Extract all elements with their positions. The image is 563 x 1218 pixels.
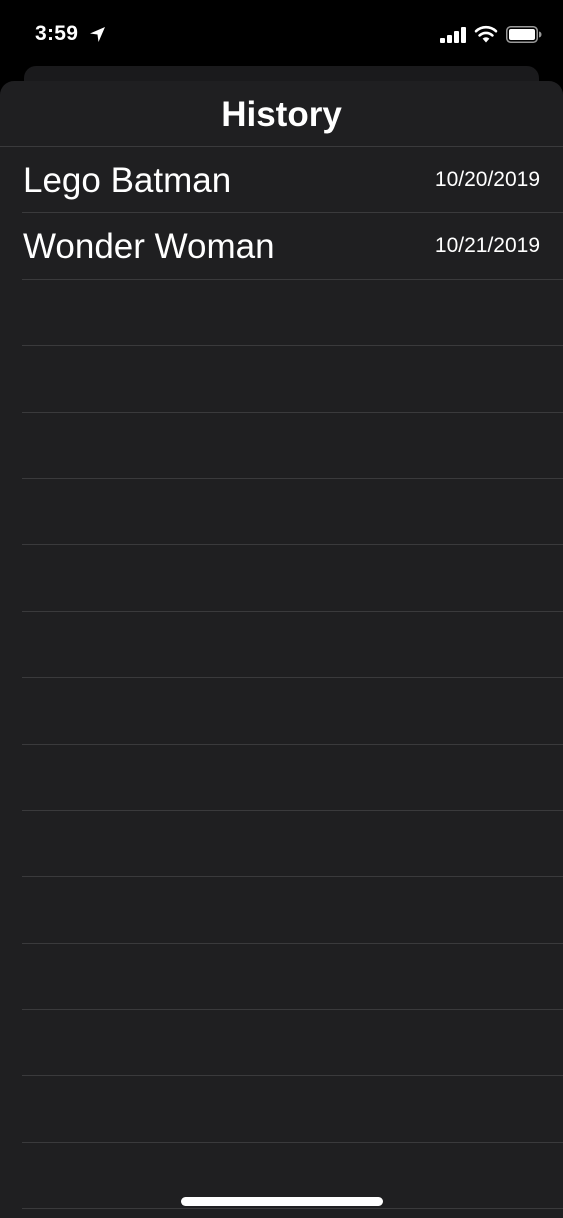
list-item[interactable]: [0, 413, 563, 480]
list-item[interactable]: Wonder Woman 10/21/2019: [0, 213, 563, 281]
status-time: 3:59: [35, 22, 79, 45]
battery-icon: [506, 26, 542, 43]
list-item[interactable]: [0, 1076, 563, 1144]
list-item[interactable]: [0, 877, 563, 945]
list-item[interactable]: [0, 745, 563, 812]
list-item[interactable]: [0, 944, 563, 1011]
page-title: History: [221, 95, 342, 134]
list-item[interactable]: Lego Batman 10/20/2019: [0, 147, 563, 214]
list-item[interactable]: [0, 1010, 563, 1077]
sheet-header: History: [0, 81, 563, 147]
home-indicator[interactable]: [181, 1197, 383, 1206]
list-item[interactable]: [0, 479, 563, 546]
wifi-icon: [474, 25, 498, 43]
list-item[interactable]: [0, 678, 563, 745]
list-item[interactable]: [0, 346, 563, 413]
list-item[interactable]: [0, 612, 563, 679]
list-item[interactable]: [0, 811, 563, 878]
cellular-signal-icon: [440, 27, 466, 43]
history-sheet: History Lego Batman 10/20/2019 Wonder Woma…: [0, 81, 563, 1218]
list-item[interactable]: [0, 280, 563, 347]
list-item[interactable]: [0, 545, 563, 613]
list-item-date: 10/21/2019: [434, 234, 540, 258]
status-bar: 3:59: [0, 0, 563, 66]
location-arrow-icon: [90, 27, 105, 42]
list-item-title: Wonder Woman: [23, 227, 275, 267]
list-item-title: Lego Batman: [23, 161, 232, 200]
history-list[interactable]: Lego Batman 10/20/2019 Wonder Woman 10/21/2…: [0, 147, 563, 1210]
list-item-date: 10/20/2019: [434, 168, 540, 191]
